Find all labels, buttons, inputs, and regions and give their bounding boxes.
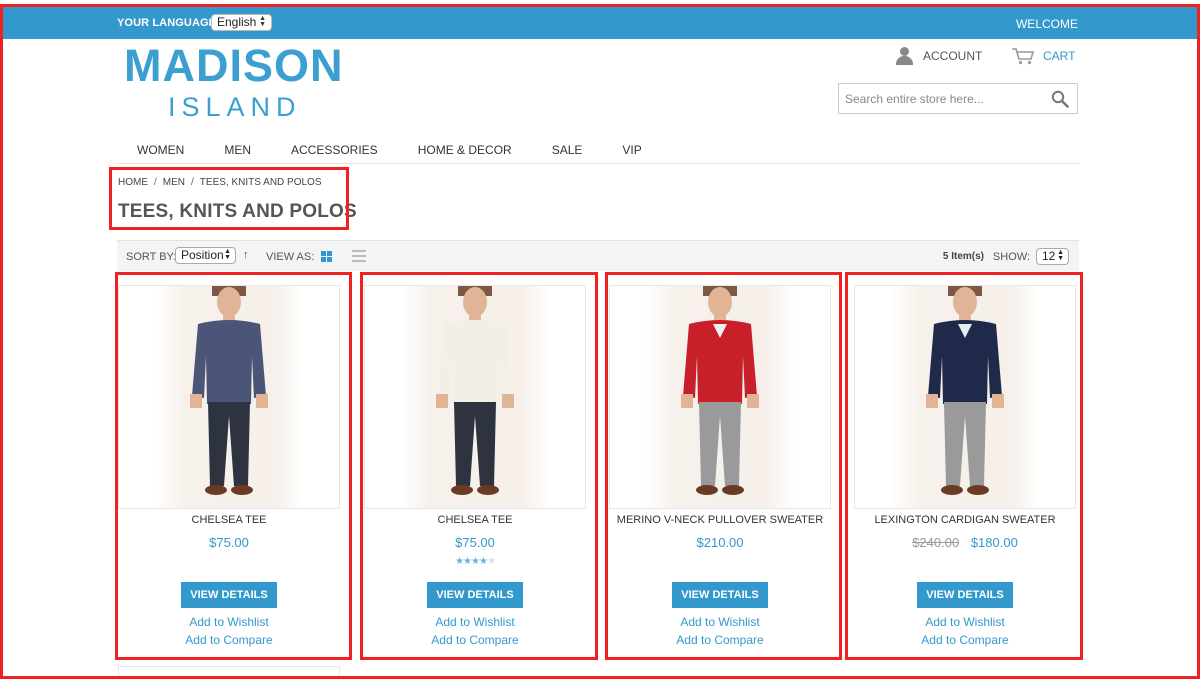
- model-figure: [681, 286, 759, 495]
- product-price: $75.00: [364, 535, 586, 550]
- product-price: $75.00: [118, 535, 340, 550]
- logo[interactable]: MADISON: [124, 42, 344, 90]
- product-image[interactable]: [118, 285, 340, 509]
- cart-label: CART: [1043, 49, 1076, 63]
- item-count: 5 Item(s): [942, 251, 984, 262]
- product-image[interactable]: [364, 285, 586, 509]
- current-price: $180.00: [970, 535, 1018, 550]
- view-details-button[interactable]: VIEW DETAILS: [917, 582, 1013, 608]
- product-image[interactable]: [609, 285, 831, 509]
- language-label: YOUR LANGUAGE:: [117, 17, 220, 29]
- user-icon: [895, 47, 915, 65]
- add-to-compare-link[interactable]: Add to Compare: [118, 633, 340, 647]
- breadcrumb-separator: /: [154, 177, 157, 188]
- product-card: MERINO V-NECK PULLOVER SWEATER $210.00 V…: [609, 285, 831, 655]
- select-arrows-icon: ▲ ▼: [1057, 249, 1064, 262]
- add-to-wishlist-link[interactable]: Add to Wishlist: [854, 615, 1076, 629]
- breadcrumb-separator: /: [191, 177, 194, 188]
- next-product-image[interactable]: [118, 666, 340, 679]
- account-link[interactable]: ACCOUNT: [895, 47, 982, 65]
- sort-direction-arrow-icon[interactable]: ↑: [243, 249, 249, 261]
- nav-item-men[interactable]: MEN: [204, 143, 271, 163]
- sort-select[interactable]: Position ▲ ▼: [175, 247, 236, 264]
- select-arrows-icon: ▲ ▼: [224, 248, 231, 261]
- model-figure: [436, 286, 514, 495]
- page-title: TEES, KNITS AND POLOS: [118, 201, 357, 222]
- product-name[interactable]: CHELSEA TEE: [364, 514, 586, 526]
- product-card: CHELSEA TEE $75.00 VIEW DETAILS Add to W…: [118, 285, 340, 655]
- limit-select[interactable]: 12 ▲ ▼: [1036, 248, 1069, 265]
- old-price: $240.00: [912, 535, 960, 550]
- add-to-wishlist-link[interactable]: Add to Wishlist: [364, 615, 586, 629]
- nav-item-home-decor[interactable]: HOME & DECOR: [398, 143, 532, 163]
- logo-subtitle[interactable]: ISLAND: [168, 92, 302, 122]
- view-details-button[interactable]: VIEW DETAILS: [427, 582, 523, 608]
- breadcrumb-home[interactable]: HOME: [118, 177, 148, 188]
- add-to-compare-link[interactable]: Add to Compare: [854, 633, 1076, 647]
- product-name[interactable]: MERINO V-NECK PULLOVER SWEATER: [609, 514, 831, 526]
- nav-item-vip[interactable]: VIP: [602, 143, 661, 163]
- product-price: $210.00: [609, 535, 831, 550]
- model-figure: [190, 286, 268, 495]
- view-details-button[interactable]: VIEW DETAILS: [181, 582, 277, 608]
- current-price: $210.00: [696, 535, 744, 550]
- nav-item-accessories[interactable]: ACCESSORIES: [271, 143, 398, 163]
- product-name[interactable]: CHELSEA TEE: [118, 514, 340, 526]
- breadcrumb-men[interactable]: MEN: [163, 177, 185, 188]
- sort-by-label: SORT BY:: [126, 251, 177, 263]
- breadcrumb: HOME / MEN / TEES, KNITS AND POLOS: [118, 177, 322, 188]
- account-label: ACCOUNT: [923, 49, 983, 63]
- grid-view-icon[interactable]: [321, 251, 332, 262]
- language-select[interactable]: English ▲ ▼: [211, 14, 272, 31]
- product-card: LEXINGTON CARDIGAN SWEATER $240.00 $180.…: [854, 285, 1076, 655]
- product-image[interactable]: [854, 285, 1076, 509]
- show-label: SHOW:: [992, 251, 1030, 263]
- language-value: English: [217, 15, 257, 29]
- search-input[interactable]: [839, 84, 1039, 113]
- product-toolbar: SORT BY: Position ▲ ▼ ↑ VIEW AS: 5 Item(s…: [117, 240, 1079, 271]
- breadcrumb-current: TEES, KNITS AND POLOS: [199, 177, 322, 188]
- cart-icon: [1012, 48, 1035, 65]
- list-view-icon[interactable]: [352, 250, 366, 262]
- product-name[interactable]: LEXINGTON CARDIGAN SWEATER: [854, 514, 1076, 526]
- sort-value: Position: [181, 248, 224, 262]
- rating-stars-icon: ★★★★★: [455, 556, 496, 567]
- search-icon[interactable]: [1051, 90, 1069, 108]
- add-to-compare-link[interactable]: Add to Compare: [609, 633, 831, 647]
- limit-value: 12: [1042, 249, 1056, 263]
- product-price: $240.00 $180.00: [854, 535, 1076, 550]
- add-to-wishlist-link[interactable]: Add to Wishlist: [118, 615, 340, 629]
- cart-link[interactable]: CART: [1011, 47, 1075, 65]
- current-price: $75.00: [455, 535, 495, 550]
- add-to-compare-link[interactable]: Add to Compare: [364, 633, 586, 647]
- add-to-wishlist-link[interactable]: Add to Wishlist: [609, 615, 831, 629]
- current-price: $75.00: [209, 535, 249, 550]
- nav-item-sale[interactable]: SALE: [532, 143, 603, 163]
- product-card: CHELSEA TEE $75.00 ★★★★★ VIEW DETAILS Ad…: [364, 285, 586, 655]
- select-arrows-icon: ▲ ▼: [259, 15, 266, 28]
- model-figure: [926, 286, 1004, 495]
- view-as-label: VIEW AS:: [266, 251, 315, 263]
- nav-item-women[interactable]: WOMEN: [117, 143, 204, 163]
- main-nav: WOMEN MEN ACCESSORIES HOME & DECOR SALE …: [117, 143, 1079, 164]
- top-bar: YOUR LANGUAGE: English ▲ ▼ WELCOME: [0, 6, 1200, 39]
- view-details-button[interactable]: VIEW DETAILS: [672, 582, 768, 608]
- welcome-message: WELCOME: [1015, 17, 1078, 31]
- search-box: [838, 83, 1078, 114]
